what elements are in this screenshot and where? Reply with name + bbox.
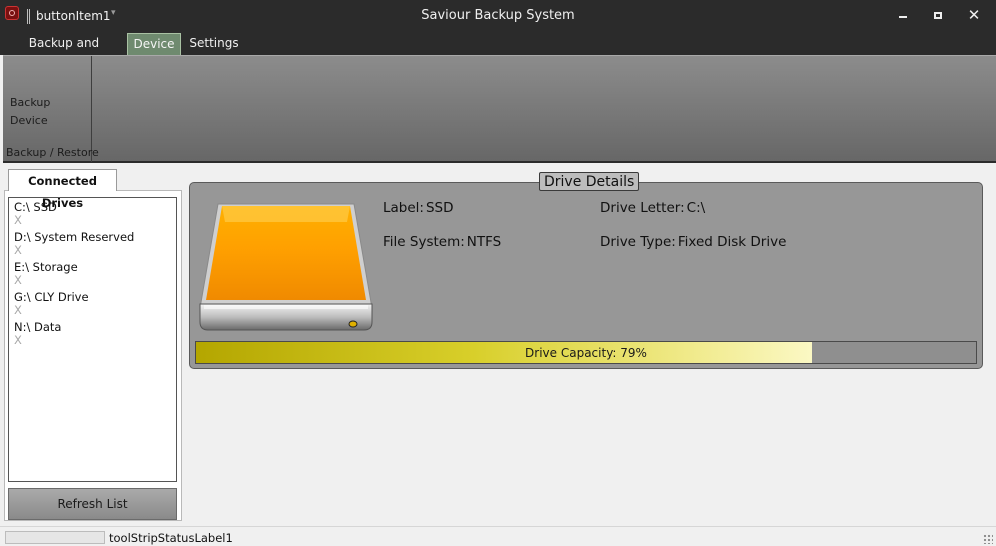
list-item[interactable]: G:\ CLY Drive X: [9, 288, 176, 318]
tab-settings[interactable]: Settings: [186, 33, 242, 55]
remove-drive-button[interactable]: X: [14, 244, 176, 257]
quick-access-button[interactable]: buttonItem1: [36, 9, 111, 23]
maximize-icon: [934, 11, 942, 19]
list-item[interactable]: C:\ SSD X: [9, 198, 176, 228]
remove-drive-button[interactable]: X: [14, 214, 176, 227]
close-icon: ✕: [967, 5, 981, 24]
file-system-value: NTFS: [466, 234, 502, 250]
list-item[interactable]: D:\ System Reserved X: [9, 228, 176, 258]
drive-label-key: Label:: [383, 200, 424, 216]
connected-drives-panel: C:\ SSD X D:\ System Reserved X E:\ Stor…: [4, 190, 182, 521]
drive-name[interactable]: E:\ Storage: [14, 258, 176, 274]
drive-type-value: Fixed Disk Drive: [677, 234, 787, 250]
tab-device[interactable]: Device: [127, 33, 181, 55]
hard-drive-icon: [199, 203, 373, 331]
maximize-button[interactable]: [927, 5, 949, 25]
status-progress-bar: [5, 531, 105, 544]
window-title: Saviour Backup System: [421, 8, 575, 23]
drive-type-field: Drive Type: Fixed Disk Drive: [600, 234, 786, 250]
file-system-key: File System:: [383, 234, 465, 250]
quick-access-separator: [27, 9, 30, 24]
ribbon-tab-strip: Backup and Restore Device Settings: [0, 31, 996, 71]
ribbon-group-label: Backup / Restore: [6, 146, 99, 159]
drive-name[interactable]: N:\ Data: [14, 318, 176, 334]
drive-letter-field: Drive Letter: C:\: [600, 200, 705, 216]
minimize-button[interactable]: [892, 5, 914, 25]
quick-access-dropdown-icon[interactable]: ▾: [111, 8, 116, 18]
file-system-field: File System: NTFS: [383, 234, 501, 250]
drive-label-field: Label: SSD: [383, 200, 454, 216]
drive-name[interactable]: C:\ SSD: [14, 198, 176, 214]
drive-name[interactable]: G:\ CLY Drive: [14, 288, 176, 304]
drive-letter-key: Drive Letter:: [600, 200, 685, 216]
status-bar: toolStripStatusLabel1: [0, 526, 996, 546]
list-item[interactable]: E:\ Storage X: [9, 258, 176, 288]
tab-backup-and-restore[interactable]: Backup and Restore: [6, 33, 122, 71]
remove-drive-button[interactable]: X: [14, 304, 176, 317]
ribbon-panel: Backup Device Backup / Restore: [3, 55, 996, 163]
drive-type-key: Drive Type:: [600, 234, 676, 250]
title-bar[interactable]: buttonItem1 ▾ Saviour Backup System ✕: [0, 0, 996, 31]
app-window: buttonItem1 ▾ Saviour Backup System ✕ Ba…: [0, 0, 996, 546]
backup-device-button[interactable]: Backup Device: [5, 94, 91, 127]
resize-grip-icon[interactable]: [983, 534, 993, 544]
remove-drive-button[interactable]: X: [14, 334, 176, 347]
tab-connected-drives[interactable]: Connected Drives: [8, 169, 117, 210]
drive-name[interactable]: D:\ System Reserved: [14, 228, 176, 244]
drive-letter-value: C:\: [686, 200, 706, 216]
drive-label-value: SSD: [425, 200, 454, 216]
remove-drive-button[interactable]: X: [14, 274, 176, 287]
drive-details-title: Drive Details: [539, 172, 640, 191]
drive-capacity-bar: Drive Capacity: 79%: [195, 341, 977, 364]
refresh-list-button[interactable]: Refresh List: [8, 488, 177, 520]
drive-capacity-text: Drive Capacity: 79%: [525, 346, 647, 360]
close-button[interactable]: ✕: [963, 5, 985, 25]
ribbon-group-backup-restore: Backup Device Backup / Restore: [3, 56, 99, 162]
list-item[interactable]: N:\ Data X: [9, 318, 176, 348]
drive-list[interactable]: C:\ SSD X D:\ System Reserved X E:\ Stor…: [8, 197, 177, 482]
minimize-icon: [899, 16, 907, 18]
app-icon[interactable]: [5, 6, 19, 20]
status-label: toolStripStatusLabel1: [109, 531, 233, 545]
